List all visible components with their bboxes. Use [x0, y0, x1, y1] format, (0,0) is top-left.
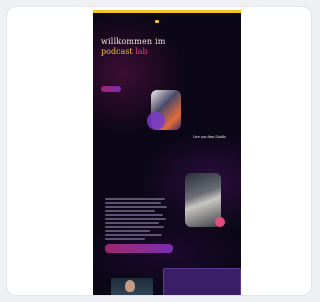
website-screenshot: willkommen im podcast lab Live aus dem S…: [93, 10, 241, 296]
cookie-banner: [163, 268, 241, 296]
section-paragraph: [105, 198, 167, 242]
hero-title-main: podcast: [101, 47, 133, 56]
nav-home-icon[interactable]: [155, 20, 159, 23]
studio-photo: [147, 90, 181, 130]
team-photo: [185, 173, 225, 227]
cookie-decline-button[interactable]: [192, 295, 212, 296]
main-navigation: [155, 20, 159, 23]
hero-cta-button[interactable]: [101, 86, 121, 92]
hero-title-line2: podcast lab: [101, 47, 148, 56]
section-cta-button[interactable]: [105, 244, 173, 253]
speaker-portrait: [111, 278, 153, 295]
cookie-settings-button[interactable]: [215, 295, 235, 296]
studio-caption: Live aus dem Studio: [193, 135, 226, 139]
preview-card: willkommen im podcast lab Live aus dem S…: [6, 6, 312, 296]
cookie-accept-button[interactable]: [169, 295, 189, 296]
hero-title-accent: lab: [135, 47, 148, 56]
top-accent-bar: [93, 10, 241, 13]
hero-title-line1: willkommen im: [101, 37, 166, 46]
